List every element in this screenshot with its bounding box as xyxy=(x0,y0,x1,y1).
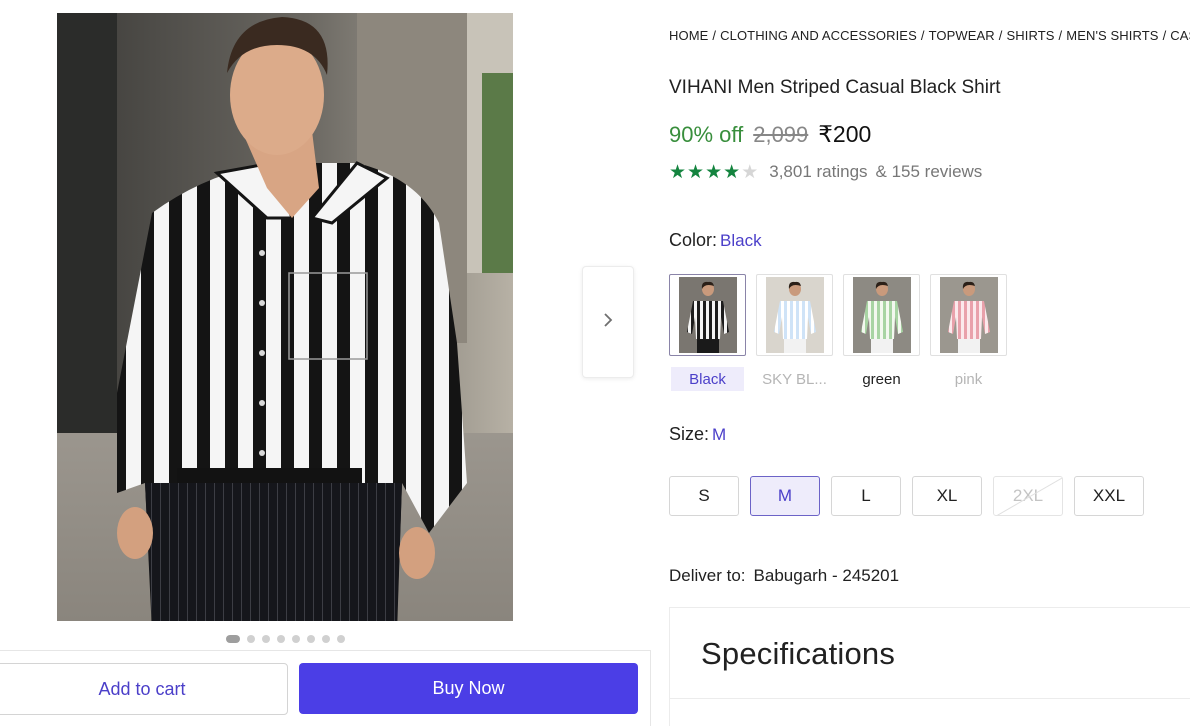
size-option-button[interactable]: XXL xyxy=(1074,476,1144,516)
sale-price: ₹200 xyxy=(818,121,872,147)
star-icon: ★ xyxy=(705,161,723,183)
color-swatch[interactable]: Black xyxy=(669,274,746,391)
specifications-section[interactable]: Specifications xyxy=(669,607,1190,699)
breadcrumb-separator: / xyxy=(1162,28,1167,43)
buy-now-button[interactable]: Buy Now xyxy=(299,663,638,714)
image-carousel-dots xyxy=(226,634,345,644)
breadcrumb-separator: / xyxy=(998,28,1003,43)
color-swatch-label: Black xyxy=(671,367,744,391)
size-option-button[interactable]: M xyxy=(750,476,820,516)
original-price: 2,099 xyxy=(753,122,809,147)
color-swatch-thumbnail xyxy=(930,274,1007,356)
size-option-button[interactable]: XL xyxy=(912,476,982,516)
selected-color: Black xyxy=(720,231,762,250)
star-icon: ★ xyxy=(723,161,741,183)
next-image-button[interactable] xyxy=(582,266,634,378)
carousel-dot[interactable] xyxy=(292,635,300,643)
star-icon: ★ xyxy=(741,161,759,183)
color-label: Color: xyxy=(669,230,718,250)
size-option-button: 2XL xyxy=(993,476,1063,516)
breadcrumb-separator: / xyxy=(1058,28,1063,43)
selected-size: M xyxy=(712,425,727,444)
breadcrumb-separator: / xyxy=(920,28,925,43)
size-option-button[interactable]: S xyxy=(669,476,739,516)
breadcrumb-item[interactable]: CASUAL xyxy=(1170,28,1190,43)
delivery-pincode: Babugarh - 245201 xyxy=(753,566,900,585)
delivery-location[interactable]: Deliver to: Babugarh - 245201 xyxy=(669,566,899,586)
size-heading: Size: M xyxy=(669,424,726,445)
star-rating: ★ ★ ★ ★ ★ xyxy=(669,163,758,182)
color-swatch-thumbnail xyxy=(669,274,746,356)
carousel-dot[interactable] xyxy=(307,635,315,643)
color-swatch-label: green xyxy=(862,370,901,388)
carousel-dot[interactable] xyxy=(262,635,270,643)
carousel-dot[interactable] xyxy=(337,635,345,643)
purchase-action-bar: Add to cart Buy Now xyxy=(0,650,650,726)
breadcrumb-item[interactable]: MEN'S SHIRTS xyxy=(1066,28,1158,43)
color-swatch-label: SKY BL... xyxy=(762,370,827,388)
color-swatch-thumbnail xyxy=(756,274,833,356)
ratings-count: 3,801 ratings xyxy=(769,162,868,181)
breadcrumb: HOME / CLOTHING AND ACCESSORIES / TOPWEAR / SH… xyxy=(669,28,1190,43)
color-swatch[interactable]: green xyxy=(843,274,920,391)
color-swatch-list: Black SKY BL... green pink xyxy=(669,274,1007,391)
specifications-body xyxy=(669,699,1190,726)
breadcrumb-item[interactable]: TOPWEAR xyxy=(929,28,995,43)
breadcrumb-item[interactable]: SHIRTS xyxy=(1007,28,1055,43)
carousel-dot[interactable] xyxy=(322,635,330,643)
rating-summary[interactable]: ★ ★ ★ ★ ★ 3,801 ratings & 155 reviews xyxy=(669,162,982,182)
color-swatch-thumbnail xyxy=(843,274,920,356)
color-swatch[interactable]: SKY BL... xyxy=(756,274,833,391)
star-icon: ★ xyxy=(669,161,687,183)
price-row: 90% off 2,099 ₹200 xyxy=(669,121,871,148)
specifications-heading: Specifications xyxy=(701,636,896,671)
size-option-list: S M L XL 2XL XXL xyxy=(669,476,1144,516)
carousel-dot[interactable] xyxy=(226,635,240,643)
model-striped-shirt-photo xyxy=(57,13,513,621)
size-label: Size: xyxy=(669,424,710,444)
reviews-count: & 155 reviews xyxy=(875,162,983,181)
carousel-dot[interactable] xyxy=(277,635,285,643)
breadcrumb-item[interactable]: CLOTHING AND ACCESSORIES xyxy=(720,28,917,43)
product-title: VIHANI Men Striped Casual Black Shirt xyxy=(669,77,1001,98)
star-icon: ★ xyxy=(687,161,705,183)
color-heading: Color: Black xyxy=(669,230,762,251)
breadcrumb-item[interactable]: HOME xyxy=(669,28,708,43)
chevron-right-icon xyxy=(602,312,614,333)
color-swatch[interactable]: pink xyxy=(930,274,1007,391)
add-to-cart-button[interactable]: Add to cart xyxy=(0,663,288,715)
carousel-dot[interactable] xyxy=(247,635,255,643)
column-divider xyxy=(650,650,651,726)
color-swatch-label: pink xyxy=(954,370,983,388)
product-main-image[interactable] xyxy=(57,13,513,621)
size-option-button[interactable]: L xyxy=(831,476,901,516)
breadcrumb-separator: / xyxy=(712,28,717,43)
discount-percent: 90% off xyxy=(669,122,744,147)
deliver-label: Deliver to: xyxy=(669,566,746,585)
